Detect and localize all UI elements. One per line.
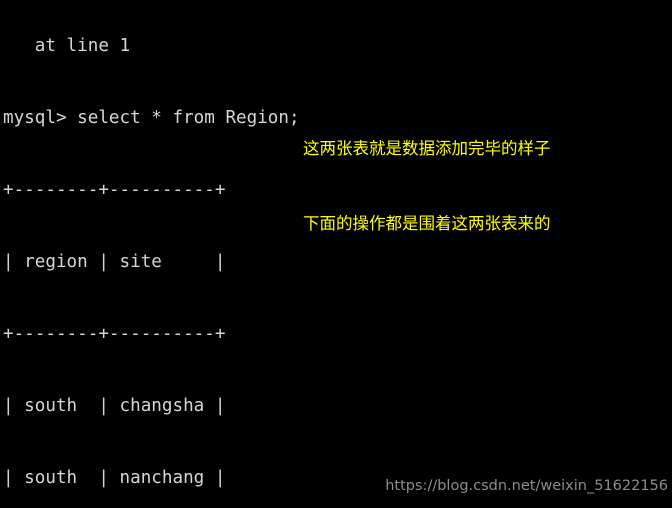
terminal-line-5: | south | changsha |	[3, 396, 226, 416]
terminal-screen: at line 1 mysql> select * from Region; +…	[0, 0, 672, 508]
terminal-line-0: at line 1	[3, 36, 131, 56]
watermark-url: https://blog.csdn.net/weixin_51622156	[385, 478, 668, 494]
terminal-line-4: +--------+----------+	[3, 324, 226, 344]
annotation-line-2: 下面的操作都是围着这两张表来的	[303, 214, 551, 233]
annotation-line-1: 这两张表就是数据添加完毕的样子	[303, 139, 551, 158]
annotation-note: 这两张表就是数据添加完毕的样子 下面的操作都是围着这两张表来的	[303, 86, 551, 286]
